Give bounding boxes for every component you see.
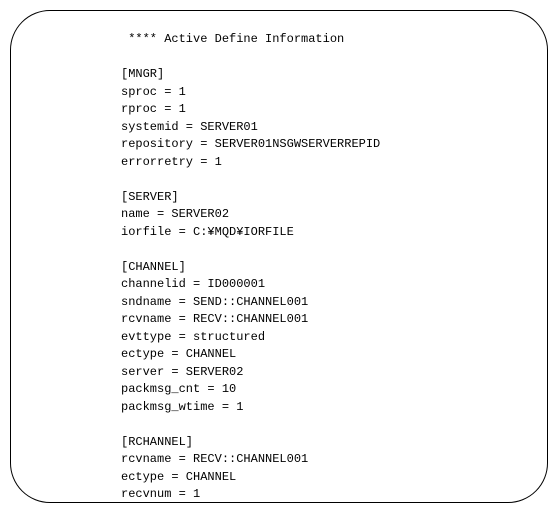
config-line: recvnum = 1	[121, 486, 527, 503]
config-line: packmsg_cnt = 10	[121, 381, 527, 399]
config-line: rproc = 1	[121, 101, 527, 119]
config-line: iorfile = C:¥MQD¥IORFILE	[121, 224, 527, 242]
config-text-block: **** Active Define Information [MNGR]spro…	[121, 31, 527, 503]
config-line: repository = SERVER01NSGWSERVERREPID	[121, 136, 527, 154]
config-line: packmsg_wtime = 1	[121, 399, 527, 417]
config-line: [MNGR]	[121, 66, 527, 84]
blank-line	[121, 416, 527, 434]
blank-line	[121, 241, 527, 259]
config-line: evttype = structured	[121, 329, 527, 347]
config-line: sproc = 1	[121, 84, 527, 102]
config-line: rcvname = RECV::CHANNEL001	[121, 311, 527, 329]
config-line: [SERVER]	[121, 189, 527, 207]
blank-line	[121, 49, 527, 67]
config-line: rcvname = RECV::CHANNEL001	[121, 451, 527, 469]
config-line: sndname = SEND::CHANNEL001	[121, 294, 527, 312]
config-line: errorretry = 1	[121, 154, 527, 172]
config-line: server = SERVER02	[121, 364, 527, 382]
config-frame: **** Active Define Information [MNGR]spro…	[10, 10, 548, 503]
config-line: systemid = SERVER01	[121, 119, 527, 137]
config-line: ectype = CHANNEL	[121, 469, 527, 487]
blank-line	[121, 171, 527, 189]
config-line: **** Active Define Information	[121, 31, 527, 49]
config-line: name = SERVER02	[121, 206, 527, 224]
config-line: [CHANNEL]	[121, 259, 527, 277]
config-line: [RCHANNEL]	[121, 434, 527, 452]
config-line: ectype = CHANNEL	[121, 346, 527, 364]
config-line: channelid = ID000001	[121, 276, 527, 294]
